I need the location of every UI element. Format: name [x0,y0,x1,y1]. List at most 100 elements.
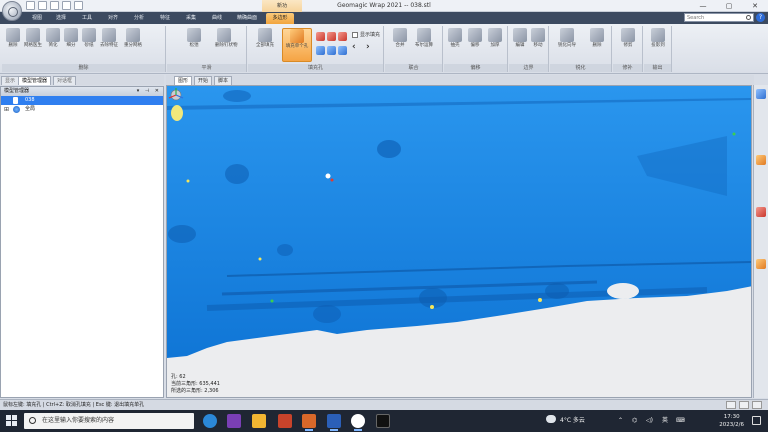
status-indicator[interactable] [726,401,736,409]
tab-tools[interactable]: 工具 [76,13,98,24]
layers-icon[interactable] [756,285,766,295]
close-button[interactable]: ✕ [742,0,768,12]
new-file-icon[interactable] [26,1,35,10]
merge-button[interactable]: 合并 [391,28,409,49]
tab-exact-surfaces[interactable]: 精确曲面 [232,13,262,24]
selected-hole-marker[interactable] [325,173,331,179]
remove-spikes-button[interactable]: 删除钉状物 [215,28,238,49]
edit-boundary-button[interactable]: 编辑 [511,28,529,49]
move-boundary-button[interactable]: 移动 [529,28,547,49]
fill-boundary-icon[interactable] [327,46,336,55]
fill-tangent-icon[interactable] [327,32,336,41]
network-icon[interactable]: ⌬ [632,410,637,432]
offset-button[interactable]: 偏移 [466,28,484,49]
box-icon[interactable] [756,233,766,243]
save-icon[interactable] [50,1,59,10]
minimize-button[interactable]: — [690,0,716,12]
status-indicator[interactable] [752,401,762,409]
fill-all-button[interactable]: 全部填充 [256,28,274,49]
relax-button[interactable]: 松弛 [185,28,203,49]
rectangle-select-icon[interactable] [756,194,766,204]
thicken-button[interactable]: 加厚 [486,28,504,49]
tab-features[interactable]: 特征 [154,13,176,24]
acrobat-icon[interactable] [278,414,292,428]
search-input[interactable]: Search [684,13,754,22]
redo-icon[interactable] [74,1,83,10]
fill-flat-icon[interactable] [338,32,347,41]
volume-icon[interactable]: ◁) [646,410,653,432]
mesh-hole[interactable] [171,105,183,121]
ime-mode-icon[interactable]: ⌨ [676,410,685,432]
small-tool-2-icon[interactable] [148,42,157,51]
tab-model-manager[interactable]: 模型管理器 [18,76,52,85]
tree-item-global[interactable]: ⊞ 全局 [1,105,163,114]
weather-text[interactable]: 4°C 多云 [560,410,585,432]
panel-header-controls[interactable]: ▾ ⊣ ✕ [137,87,161,96]
next-hole-button[interactable]: › [366,42,370,52]
tab-analysis[interactable]: 分析 [128,13,150,24]
lasso-icon[interactable] [756,168,766,178]
graphics-viewport[interactable]: 孔: 62 当前三角形: 635,441 所选的三角形: 2,306 [166,85,752,398]
weather-cloud-icon[interactable] [546,415,556,423]
previous-hole-button[interactable]: ‹ [352,42,356,52]
project-to-button[interactable]: 投影到 [649,28,667,49]
tray-overflow-icon[interactable]: ⌃ [618,410,623,432]
open-file-icon[interactable] [38,1,47,10]
taskbar-clock[interactable]: 17:30 2023/2/6 [719,413,744,429]
file-explorer-icon[interactable] [252,414,266,428]
grid-icon[interactable] [756,220,766,230]
sharpen-delete-button[interactable]: 删除 [588,28,606,49]
trim-button[interactable]: 修剪 [619,28,637,49]
view-front-icon[interactable] [756,103,766,113]
word-icon[interactable] [327,414,341,431]
scanned-mesh-surface[interactable] [167,86,752,358]
undo-icon[interactable] [62,1,71,10]
shell-button[interactable]: 抽壳 [446,28,464,49]
tab-polygons[interactable]: 多边形 [266,13,294,24]
small-tool-1-icon[interactable] [148,30,157,39]
select-tool-icon[interactable] [756,155,766,165]
help-icon[interactable]: ? [756,13,765,22]
fill-curvature-icon[interactable] [316,32,325,41]
tab-align[interactable]: 对齐 [102,13,124,24]
simplify-button[interactable]: 简化 [44,28,62,49]
notification-icon[interactable] [752,416,761,425]
powerpoint-icon[interactable] [302,414,316,431]
lighting-icon[interactable] [756,259,766,269]
expand-icon[interactable]: ⊞ [4,105,9,114]
delete-button[interactable]: 删除 [4,28,22,49]
ime-indicator[interactable]: 英 [662,410,668,432]
deselect-icon[interactable] [756,207,766,217]
view-top-icon[interactable] [756,129,766,139]
refine-button[interactable]: 细分 [62,28,80,49]
axis-triad-icon[interactable] [167,86,185,104]
app-logo-icon[interactable] [2,1,22,21]
tab-view[interactable]: 视图 [26,13,48,24]
tab-dialog[interactable]: 对话框 [53,76,77,85]
geomagic-app-icon[interactable] [351,414,365,431]
show-fill-checkbox[interactable] [352,32,358,38]
tree-item-038[interactable]: 038 [1,96,163,105]
view-fit-icon[interactable] [756,89,766,99]
onenote-icon[interactable] [227,414,241,428]
tab-start[interactable]: 开始 [194,76,213,85]
mesh-hole[interactable] [607,283,639,299]
fill-single-hole-button[interactable]: 填充单个孔 [282,28,312,62]
edge-browser-icon[interactable] [203,414,217,428]
view-back-icon[interactable] [756,116,766,126]
boolean-button[interactable]: 布尔运算 [415,28,433,49]
fill-internal-icon[interactable] [316,46,325,55]
sand-button[interactable]: 砂纸 [80,28,98,49]
zoom-icon[interactable] [756,142,766,152]
remove-feature-button[interactable]: 去除特征 [100,28,118,49]
mesh-doctor-button[interactable]: 网格医生 [24,28,42,49]
tab-select[interactable]: 选择 [50,13,72,24]
brush-icon[interactable] [756,181,766,191]
start-button[interactable] [6,415,18,427]
tab-script[interactable]: 脚本 [214,76,233,85]
tab-graphics[interactable]: 图形 [174,76,193,85]
tab-capture[interactable]: 采集 [180,13,202,24]
sharpen-wizard-button[interactable]: 锐化向导 [556,28,578,49]
render-mode-icon[interactable] [756,272,766,282]
taskbar-search-input[interactable]: 在这里输入你要搜索的内容 [24,413,194,429]
